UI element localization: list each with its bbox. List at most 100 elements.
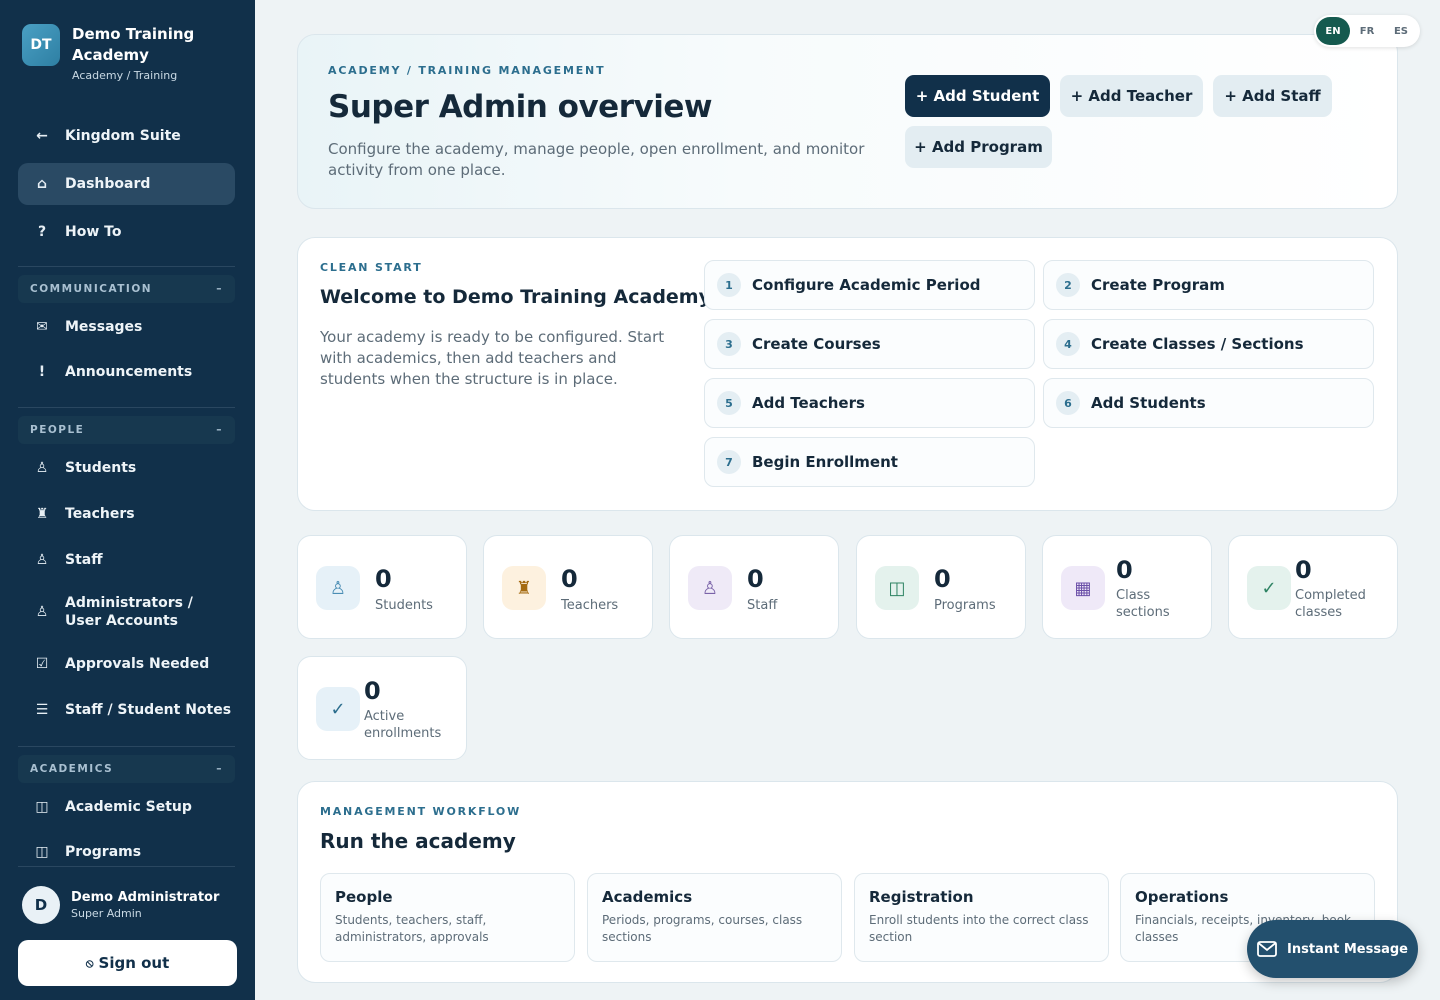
add-teacher-button[interactable]: + Add Teacher (1060, 75, 1203, 117)
management-workflow-card: MANAGEMENT WORKFLOW Run the academy Peop… (297, 781, 1398, 983)
brand: DT Demo Training Academy Academy / Train… (22, 24, 222, 82)
step-add-teachers[interactable]: 5 Add Teachers (704, 378, 1035, 428)
language-switcher: EN FR ES (1314, 15, 1420, 47)
page-title: Super Admin overview (328, 89, 712, 125)
power-icon: ⦸ (85, 955, 94, 970)
nav-kingdom-suite[interactable]: ← Kingdom Suite (18, 115, 235, 157)
lang-es-button[interactable]: ES (1384, 17, 1418, 45)
person-icon: ♙ (35, 460, 49, 476)
lang-en-button[interactable]: EN (1316, 17, 1350, 45)
nav-label: Kingdom Suite (65, 128, 181, 144)
section-label: PEOPLE (30, 424, 85, 436)
stat-label: Class sections (1116, 588, 1170, 620)
stat-students[interactable]: ♙ 0 Students (297, 535, 467, 639)
nav-messages[interactable]: ✉ Messages (18, 306, 235, 348)
section-people[interactable]: PEOPLE – (18, 416, 235, 444)
nav-dashboard[interactable]: ⌂ Dashboard (18, 163, 235, 205)
add-student-button[interactable]: + Add Student (905, 75, 1050, 117)
person-icon: ♙ (35, 552, 49, 568)
clean-start-eyebrow: CLEAN START (320, 261, 423, 274)
student-icon: ♙ (316, 566, 360, 610)
nav-teachers[interactable]: ♜ Teachers (18, 493, 235, 535)
stat-label: Programs (934, 598, 996, 613)
workflow-title: Run the academy (320, 829, 516, 853)
nav-label: How To (65, 224, 122, 240)
step-begin-enrollment[interactable]: 7 Begin Enrollment (704, 437, 1035, 487)
step-label: Configure Academic Period (752, 276, 981, 294)
clean-start-title: Welcome to Demo Training Academy (320, 286, 711, 308)
envelope-icon: ✉ (36, 319, 48, 335)
stat-active-enrollments[interactable]: ✓ 0 Active enrollments (297, 656, 467, 760)
clean-start-description: Your academy is ready to be configured. … (320, 328, 665, 388)
check-icon: ✓ (1247, 566, 1291, 610)
step-number: 3 (717, 332, 741, 356)
stat-value: 0 (747, 565, 764, 593)
sidebar: DT Demo Training Academy Academy / Train… (0, 0, 255, 1000)
stat-label: Staff (747, 598, 778, 613)
workflow-card-desc: Students, teachers, staff, administrator… (335, 913, 489, 944)
stat-value: 0 (561, 565, 578, 593)
nav-label: Messages (65, 319, 143, 335)
step-number: 1 (717, 273, 741, 297)
programs-icon: ◫ (875, 566, 919, 610)
stat-programs[interactable]: ◫ 0 Programs (856, 535, 1026, 639)
user-profile: D Demo Administrator Super Admin (22, 886, 219, 924)
workflow-registration[interactable]: Registration Enroll students into the co… (854, 873, 1109, 962)
workflow-card-title: People (335, 888, 393, 906)
step-label: Create Classes / Sections (1091, 335, 1304, 353)
home-icon: ⌂ (36, 176, 48, 192)
section-label: COMMUNICATION (30, 283, 153, 295)
stat-teachers[interactable]: ♜ 0 Teachers (483, 535, 653, 639)
stat-class-sections[interactable]: ▦ 0 Class sections (1042, 535, 1212, 639)
workflow-people[interactable]: People Students, teachers, staff, admini… (320, 873, 575, 962)
envelope-icon (1257, 941, 1277, 957)
workflow-card-title: Registration (869, 888, 974, 906)
stat-label: Students (375, 598, 433, 613)
section-label: ACADEMICS (30, 763, 114, 775)
instant-message-button[interactable]: Instant Message (1247, 920, 1418, 978)
hero-description: Configure the academy, manage people, op… (328, 140, 865, 179)
nav-administrators[interactable]: ♙ Administrators / User Accounts (18, 587, 235, 637)
stat-value: 0 (375, 565, 392, 593)
collapse-icon: – (216, 763, 223, 775)
add-program-button[interactable]: + Add Program (905, 126, 1052, 168)
nav-academic-setup[interactable]: ◫ Academic Setup (18, 786, 235, 828)
hero-eyebrow: ACADEMY / TRAINING MANAGEMENT (328, 64, 606, 77)
nav-announcements[interactable]: ! Announcements (18, 351, 235, 393)
sign-out-button[interactable]: ⦸ Sign out (18, 940, 237, 986)
step-add-students[interactable]: 6 Add Students (1043, 378, 1374, 428)
step-number: 7 (717, 450, 741, 474)
workflow-academics[interactable]: Academics Periods, programs, courses, cl… (587, 873, 842, 962)
section-academics[interactable]: ACADEMICS – (18, 755, 235, 783)
lang-fr-button[interactable]: FR (1350, 17, 1384, 45)
step-configure-academic-period[interactable]: 1 Configure Academic Period (704, 260, 1035, 310)
step-number: 5 (717, 391, 741, 415)
step-create-classes[interactable]: 4 Create Classes / Sections (1043, 319, 1374, 369)
nav-notes[interactable]: ☰ Staff / Student Notes (18, 689, 235, 731)
step-label: Add Students (1091, 394, 1206, 412)
divider (18, 866, 235, 867)
rook-icon: ♜ (35, 506, 49, 522)
step-label: Create Program (1091, 276, 1225, 294)
stat-value: 0 (1295, 556, 1312, 584)
add-staff-button[interactable]: + Add Staff (1213, 75, 1332, 117)
arrow-left-icon: ← (36, 128, 48, 144)
brand-subtitle: Academy / Training (72, 69, 178, 82)
checkbox-icon: ☑ (35, 656, 49, 672)
instant-message-label: Instant Message (1287, 941, 1408, 957)
nav-label: Approvals Needed (65, 656, 210, 672)
nav-how-to[interactable]: ? How To (18, 211, 235, 253)
nav-label: Teachers (65, 506, 135, 522)
nav-students[interactable]: ♙ Students (18, 447, 235, 489)
stat-label: Active enrollments (364, 709, 442, 741)
nav-staff[interactable]: ♙ Staff (18, 539, 235, 581)
nav-approvals[interactable]: ☑ Approvals Needed (18, 643, 235, 685)
sign-out-label: Sign out (98, 954, 170, 972)
nav-label: Dashboard (65, 176, 151, 192)
step-create-courses[interactable]: 3 Create Courses (704, 319, 1035, 369)
stat-completed-classes[interactable]: ✓ 0 Completed classes (1228, 535, 1398, 639)
nav-label: Administrators / User Accounts (65, 595, 193, 629)
stat-staff[interactable]: ♙ 0 Staff (669, 535, 839, 639)
section-communication[interactable]: COMMUNICATION – (18, 275, 235, 303)
step-create-program[interactable]: 2 Create Program (1043, 260, 1374, 310)
